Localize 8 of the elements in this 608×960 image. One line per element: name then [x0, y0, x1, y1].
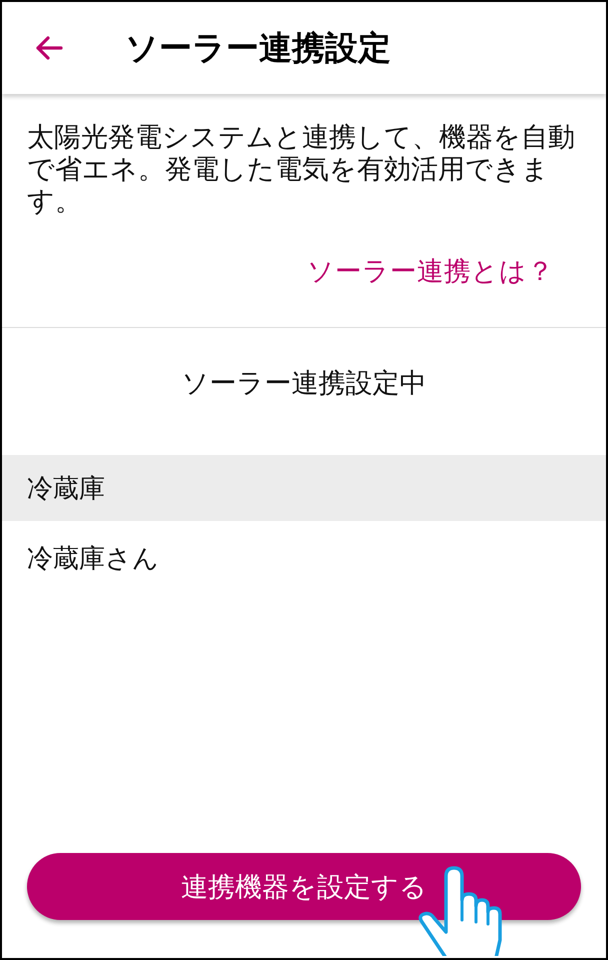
- status-text: ソーラー連携設定中: [182, 367, 426, 399]
- back-arrow-icon: [35, 36, 63, 60]
- help-link[interactable]: ソーラー連携とは？: [307, 255, 554, 287]
- device-name: 冷蔵庫さん: [27, 543, 159, 573]
- category-label: 冷蔵庫: [27, 472, 105, 504]
- description-text: 太陽光発電システムと連携して、機器を自動で省エネ。発電した電気を有効活用できます。: [27, 121, 576, 217]
- page-title: ソーラー連携設定: [125, 28, 391, 68]
- set-devices-button[interactable]: 連携機器を設定する: [27, 853, 581, 920]
